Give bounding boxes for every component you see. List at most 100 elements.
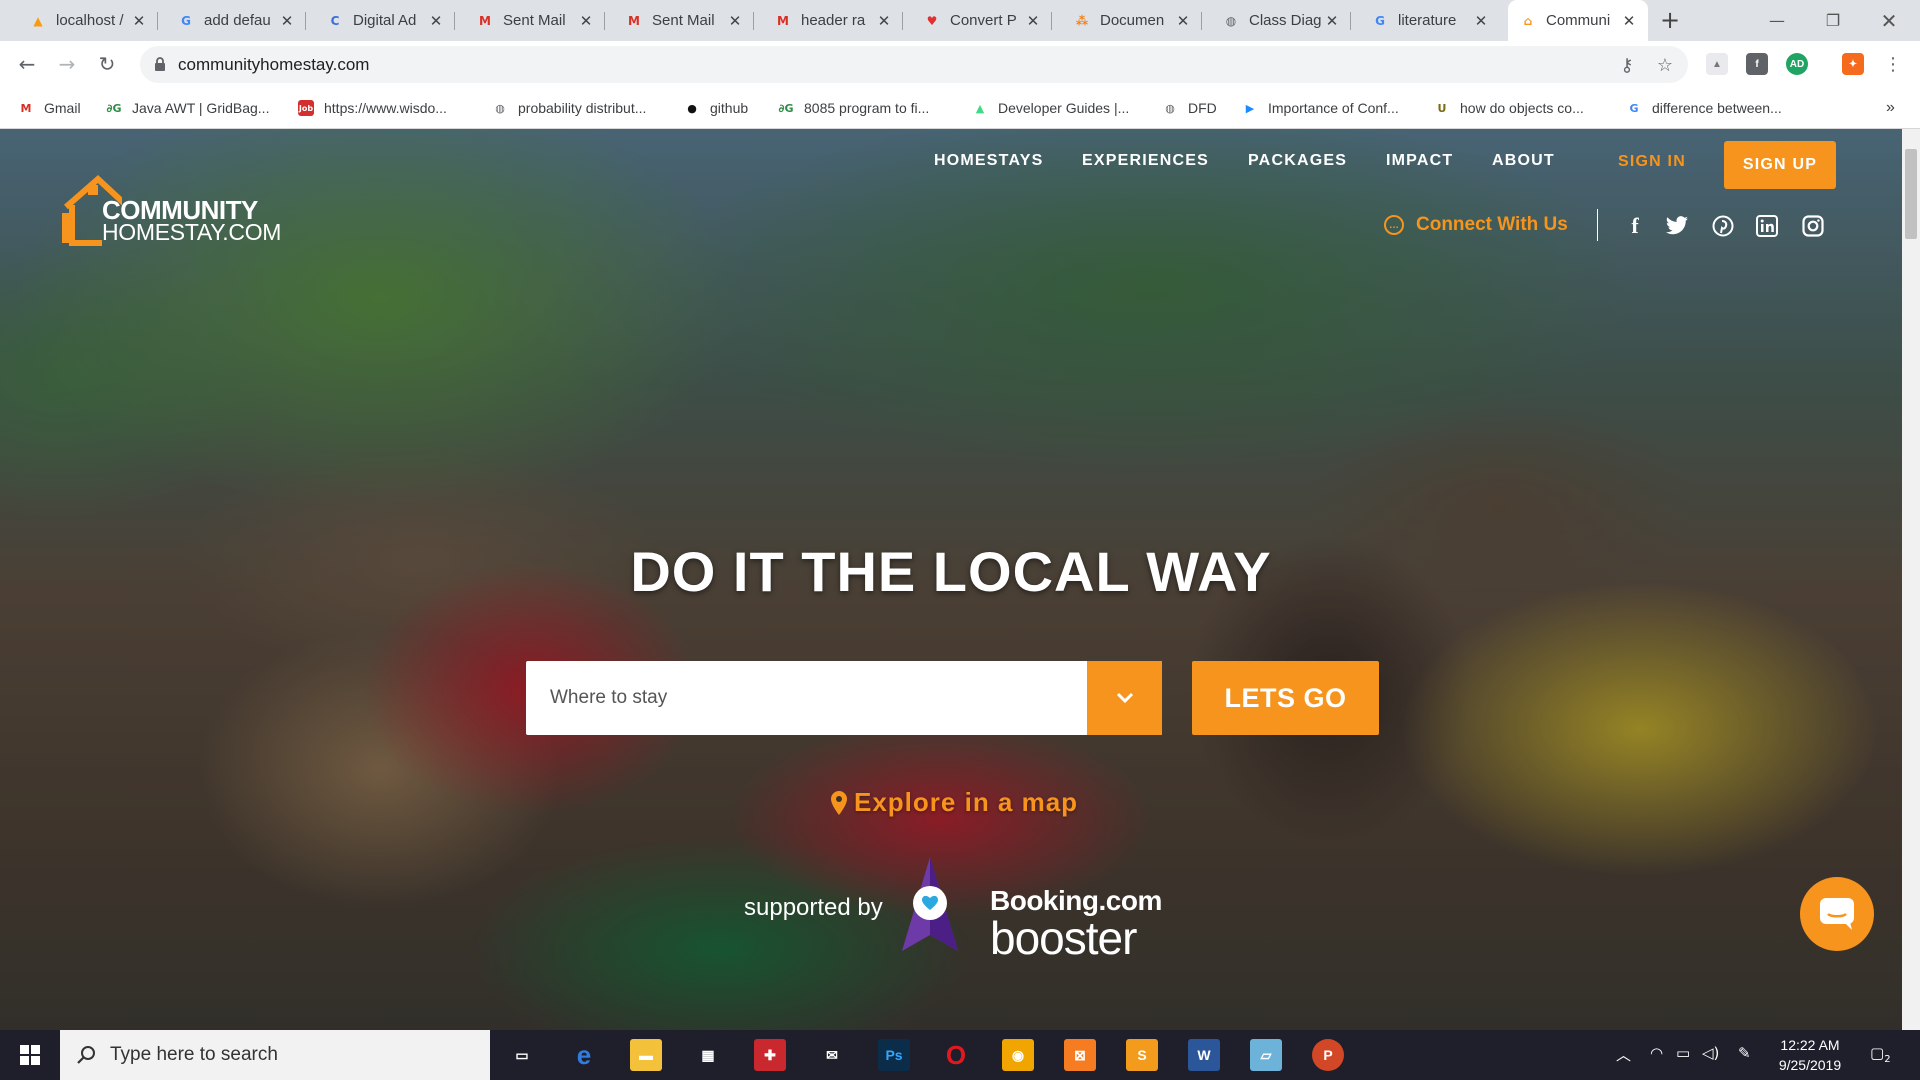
browser-tab[interactable]: Gliterature ✕ xyxy=(1360,0,1500,41)
forward-icon[interactable]: → xyxy=(52,49,82,79)
sublime-icon[interactable]: S xyxy=(1126,1039,1158,1071)
close-tab-icon[interactable]: ✕ xyxy=(1620,12,1638,30)
browser-tab[interactable]: ♥ Convert P ✕ xyxy=(912,0,1052,41)
facebook-icon[interactable]: f xyxy=(1622,213,1648,239)
browser-icon[interactable]: ◉ xyxy=(1002,1039,1034,1071)
pen-icon[interactable]: ✎ xyxy=(1738,1044,1751,1062)
browser-tab[interactable]: ◍ Class Diag ✕ xyxy=(1211,0,1351,41)
nav-about[interactable]: ABOUT xyxy=(1492,152,1555,170)
opera-icon[interactable]: O xyxy=(940,1039,972,1071)
xampp-icon[interactable]: ⊠ xyxy=(1064,1039,1096,1071)
taskbar-search[interactable]: Type here to search xyxy=(60,1030,490,1080)
gift-icon[interactable]: ✚ xyxy=(754,1039,786,1071)
bookmark-item[interactable]: ▶ Importance of Conf... xyxy=(1242,88,1399,128)
minimize-button[interactable]: — xyxy=(1754,0,1800,41)
taskbar-search-text: Type here to search xyxy=(110,1044,278,1065)
bookmark-item[interactable]: ◍ probability distribut... xyxy=(492,88,646,128)
back-icon[interactable]: ← xyxy=(12,49,42,79)
close-tab-icon[interactable]: ✕ xyxy=(875,12,893,30)
pinterest-icon[interactable] xyxy=(1710,213,1736,239)
bookmark-item[interactable]: ▲ Developer Guides |... xyxy=(972,88,1130,128)
tray-chevron-icon[interactable]: ︿ xyxy=(1616,1044,1631,1065)
volume-icon[interactable]: ◁) xyxy=(1702,1044,1719,1062)
site-logo[interactable]: COMMUNITY HOMESTAY.COM xyxy=(62,174,282,251)
menu-kebab-icon[interactable]: ⋮ xyxy=(1878,49,1908,79)
bookmark-star-icon[interactable]: ☆ xyxy=(1654,54,1676,76)
page-scrollbar[interactable] xyxy=(1902,129,1920,1030)
bookmark-item[interactable]: ● github xyxy=(684,88,748,128)
system-clock[interactable]: 12:22 AM 9/25/2019 xyxy=(1760,1035,1860,1075)
connect-label: Connect With Us xyxy=(1416,214,1568,235)
new-tab-button[interactable]: + xyxy=(1656,6,1684,34)
close-tab-icon[interactable]: ✕ xyxy=(1174,12,1192,30)
close-tab-icon[interactable]: ✕ xyxy=(278,12,296,30)
close-tab-icon[interactable]: ✕ xyxy=(726,12,744,30)
bookmark-item[interactable]: Gdifference between... xyxy=(1626,88,1781,128)
word-icon[interactable]: W xyxy=(1188,1039,1220,1071)
dropdown-toggle[interactable] xyxy=(1087,661,1162,735)
reload-icon[interactable]: ↻ xyxy=(92,49,122,79)
close-tab-icon[interactable]: ✕ xyxy=(427,12,445,30)
url-text[interactable]: communityhomestay.com xyxy=(178,55,369,75)
powerpoint-icon[interactable]: P xyxy=(1312,1039,1344,1071)
close-tab-icon[interactable]: ✕ xyxy=(577,12,595,30)
extension-drive-icon[interactable]: ▲ xyxy=(1706,53,1728,75)
photoshop-icon[interactable]: Ps xyxy=(878,1039,910,1071)
close-tab-icon[interactable]: ✕ xyxy=(130,12,148,30)
browser-tab[interactable]: M Sent Mail ✕ xyxy=(614,0,754,41)
extension-fox-icon[interactable]: ✦ xyxy=(1842,53,1864,75)
instagram-icon[interactable] xyxy=(1800,213,1826,239)
bookmark-item[interactable]: ◍ DFD xyxy=(1162,88,1217,128)
wifi-icon[interactable]: ◠ xyxy=(1650,1044,1663,1062)
tab-separator xyxy=(604,12,605,30)
edge-icon[interactable]: e xyxy=(568,1039,600,1071)
address-bar[interactable]: communityhomestay.com ⚷ ☆ xyxy=(140,46,1688,83)
bookmark-item[interactable]: Uhow do objects co... xyxy=(1434,88,1584,128)
browser-tab[interactable]: ▲ localhost / ✕ xyxy=(18,0,158,41)
browser-tab[interactable]: C Digital Ad ✕ xyxy=(315,0,455,41)
nav-experiences[interactable]: EXPERIENCES xyxy=(1082,152,1209,170)
browser-tab[interactable]: Gadd defau ✕ xyxy=(166,0,306,41)
file-explorer-icon[interactable]: ▬ xyxy=(630,1039,662,1071)
browser-tab[interactable]: ⌂ Communi ✕ xyxy=(1508,0,1648,41)
u-logo-icon: U xyxy=(1437,101,1447,115)
nav-packages[interactable]: PACKAGES xyxy=(1248,152,1347,170)
bookmark-item[interactable]: M Gmail xyxy=(18,88,81,128)
explore-map-link[interactable]: Explore in a map xyxy=(830,787,1078,818)
windows-start-button[interactable] xyxy=(0,1030,60,1080)
store-icon[interactable]: ▦ xyxy=(692,1039,724,1071)
lets-go-button[interactable]: LETS GO xyxy=(1192,661,1379,735)
mail-icon[interactable]: ✉ xyxy=(816,1039,848,1071)
notification-icon[interactable]: ▢2 xyxy=(1870,1044,1891,1065)
sign-up-button[interactable]: SIGN UP xyxy=(1724,141,1836,189)
battery-icon[interactable]: ▭ xyxy=(1676,1044,1690,1062)
close-tab-icon[interactable]: ✕ xyxy=(1323,12,1341,30)
bookmark-item[interactable]: Job https://www.wisdo... xyxy=(298,88,447,128)
key-icon[interactable]: ⚷ xyxy=(1616,54,1638,76)
close-window-button[interactable]: ✕ xyxy=(1866,0,1912,41)
linkedin-icon[interactable] xyxy=(1754,213,1780,239)
adblock-extension-icon[interactable]: AD xyxy=(1786,53,1808,75)
sign-in-link[interactable]: SIGN IN xyxy=(1618,153,1686,171)
scrollbar-thumb[interactable] xyxy=(1905,149,1917,239)
bookmark-item[interactable]: ∂G 8085 program to fi... xyxy=(778,88,929,128)
close-tab-icon[interactable]: ✕ xyxy=(1024,12,1042,30)
task-view-icon[interactable]: ▭ xyxy=(506,1039,538,1071)
connect-with-us[interactable]: … Connect With Us xyxy=(1384,214,1568,236)
chevron-down-icon xyxy=(1116,692,1133,704)
nav-homestays[interactable]: HOMESTAYS xyxy=(934,152,1044,170)
homestay-icon: ⌂ xyxy=(1523,13,1533,28)
facebook-extension-icon[interactable]: f xyxy=(1746,53,1768,75)
bookmark-item[interactable]: ∂G Java AWT | GridBag... xyxy=(106,88,269,128)
notepad-icon[interactable]: ▱ xyxy=(1250,1039,1282,1071)
maximize-button[interactable]: ❐ xyxy=(1810,0,1856,41)
chat-widget-button[interactable] xyxy=(1800,877,1874,951)
nav-impact[interactable]: IMPACT xyxy=(1386,152,1453,170)
browser-tab[interactable]: ⁂ Documen ✕ xyxy=(1062,0,1202,41)
browser-tab[interactable]: Mheader ra ✕ xyxy=(763,0,903,41)
browser-tab[interactable]: M Sent Mail ✕ xyxy=(465,0,605,41)
bookmarks-overflow-icon[interactable]: » xyxy=(1886,88,1895,128)
where-to-stay-input[interactable] xyxy=(526,661,1066,735)
twitter-icon[interactable] xyxy=(1664,213,1690,239)
close-tab-icon[interactable]: ✕ xyxy=(1472,12,1490,30)
